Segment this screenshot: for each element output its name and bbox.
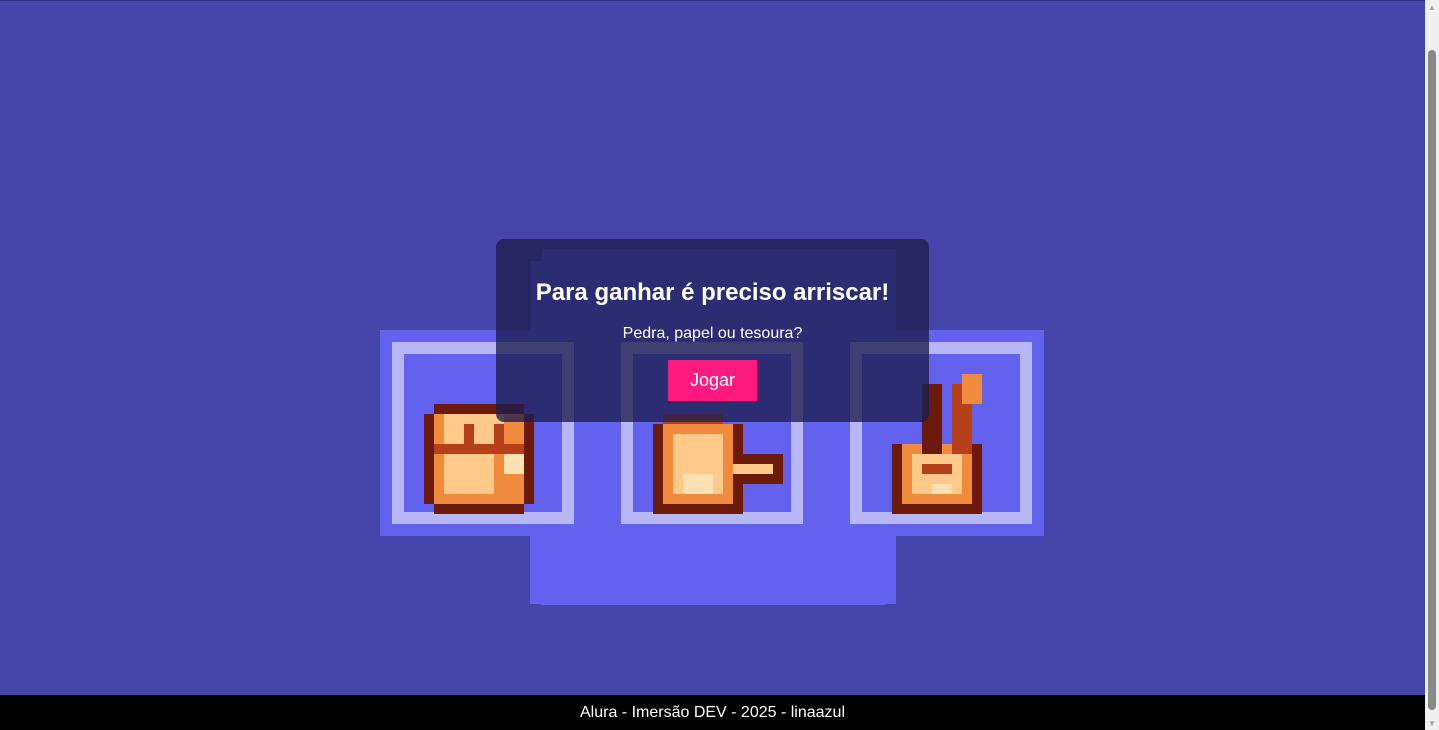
play-button[interactable]: Jogar (668, 360, 757, 401)
footer-text: Alura - Imersão DEV - 2025 - linaazul (580, 703, 845, 721)
start-dialog: Para ganhar é preciso arriscar! Pedra, p… (496, 239, 929, 422)
pedestal-foot (541, 593, 885, 605)
scroll-up-arrow-icon[interactable]: ▲ (1425, 0, 1439, 14)
scroll-down-arrow-icon[interactable]: ▼ (1425, 716, 1439, 730)
scroll-thumb[interactable] (1428, 50, 1436, 710)
dialog-subtitle: Pedra, papel ou tesoura? (622, 325, 803, 342)
dialog-title: Para ganhar é preciso arriscar! (535, 279, 890, 306)
game-screen: Para ganhar é preciso arriscar! Pedra, p… (0, 0, 1425, 695)
footer: Alura - Imersão DEV - 2025 - linaazul (0, 695, 1425, 730)
vertical-scrollbar[interactable]: ▲ ▼ (1425, 0, 1439, 730)
